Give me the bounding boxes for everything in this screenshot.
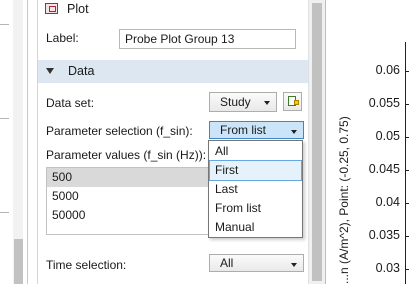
time-selection-caption: Time selection: xyxy=(46,258,127,272)
param-selection-dropdown[interactable]: All First Last From list Manual xyxy=(208,140,303,238)
y-axis-label: ...n (A/m^2), Point: (-0.25, 0.75) xyxy=(337,116,351,284)
y-tick-label: 0.05 xyxy=(375,129,400,143)
data-set-value: Study xyxy=(220,95,251,109)
y-tick-label: 0.04 xyxy=(375,195,400,209)
collapse-arrow-icon[interactable] xyxy=(46,68,54,74)
time-selection-value: All xyxy=(220,256,234,270)
panel-header: Plot xyxy=(38,0,311,19)
param-selection-caption: Parameter selection (f_sin): xyxy=(46,124,193,138)
y-tick-label: 0.035 xyxy=(368,228,400,242)
y-tick-mark xyxy=(405,203,409,204)
dropdown-option-last[interactable]: Last xyxy=(210,180,301,199)
chevron-down-icon xyxy=(264,101,270,105)
section-title: Data xyxy=(68,64,95,78)
chevron-down-icon xyxy=(291,263,297,267)
y-tick-mark xyxy=(405,71,409,72)
y-tick-label: 0.055 xyxy=(368,96,400,110)
y-tick-mark xyxy=(405,104,409,105)
left-tree-strip xyxy=(0,0,28,284)
tree-guide xyxy=(0,24,9,25)
dropdown-option-all[interactable]: All xyxy=(210,142,301,161)
y-tick-label: 0.03 xyxy=(375,261,400,275)
add-dataset-button[interactable] xyxy=(283,92,302,111)
label-caption: Label: xyxy=(46,31,79,45)
param-selection-select[interactable]: From list xyxy=(209,121,304,139)
time-selection-select[interactable]: All xyxy=(209,254,304,272)
param-values-caption: Parameter values (f_sin (Hz)): xyxy=(46,148,207,162)
dropdown-option-from-list[interactable]: From list xyxy=(210,199,301,218)
left-scrollbar-thumb[interactable] xyxy=(14,239,23,284)
plus-badge-icon xyxy=(294,100,299,105)
chevron-down-icon xyxy=(291,130,297,134)
dropdown-option-first[interactable]: First xyxy=(209,160,302,181)
y-axis-line xyxy=(405,42,406,284)
y-tick-label: 0.06 xyxy=(375,63,400,77)
data-set-select[interactable]: Study xyxy=(209,92,277,112)
panel-scrollbar-thumb[interactable] xyxy=(312,3,322,281)
tree-guide xyxy=(0,118,9,119)
data-set-caption: Data set: xyxy=(46,96,95,110)
y-tick-mark xyxy=(405,137,409,138)
dropdown-option-manual[interactable]: Manual xyxy=(210,218,301,237)
label-field[interactable]: Probe Plot Group 13 xyxy=(119,29,296,49)
tree-guide xyxy=(0,212,9,213)
y-tick-label: 0.045 xyxy=(368,162,400,176)
y-tick-mark xyxy=(405,269,409,270)
panel-scrollbar[interactable] xyxy=(308,0,325,284)
param-selection-value: From list xyxy=(220,123,266,137)
y-tick-mark xyxy=(405,236,409,237)
panel-title: Plot xyxy=(67,2,89,16)
y-tick-mark xyxy=(405,170,409,171)
data-section-header[interactable]: Data xyxy=(38,60,311,83)
plot-group-icon xyxy=(45,3,58,14)
